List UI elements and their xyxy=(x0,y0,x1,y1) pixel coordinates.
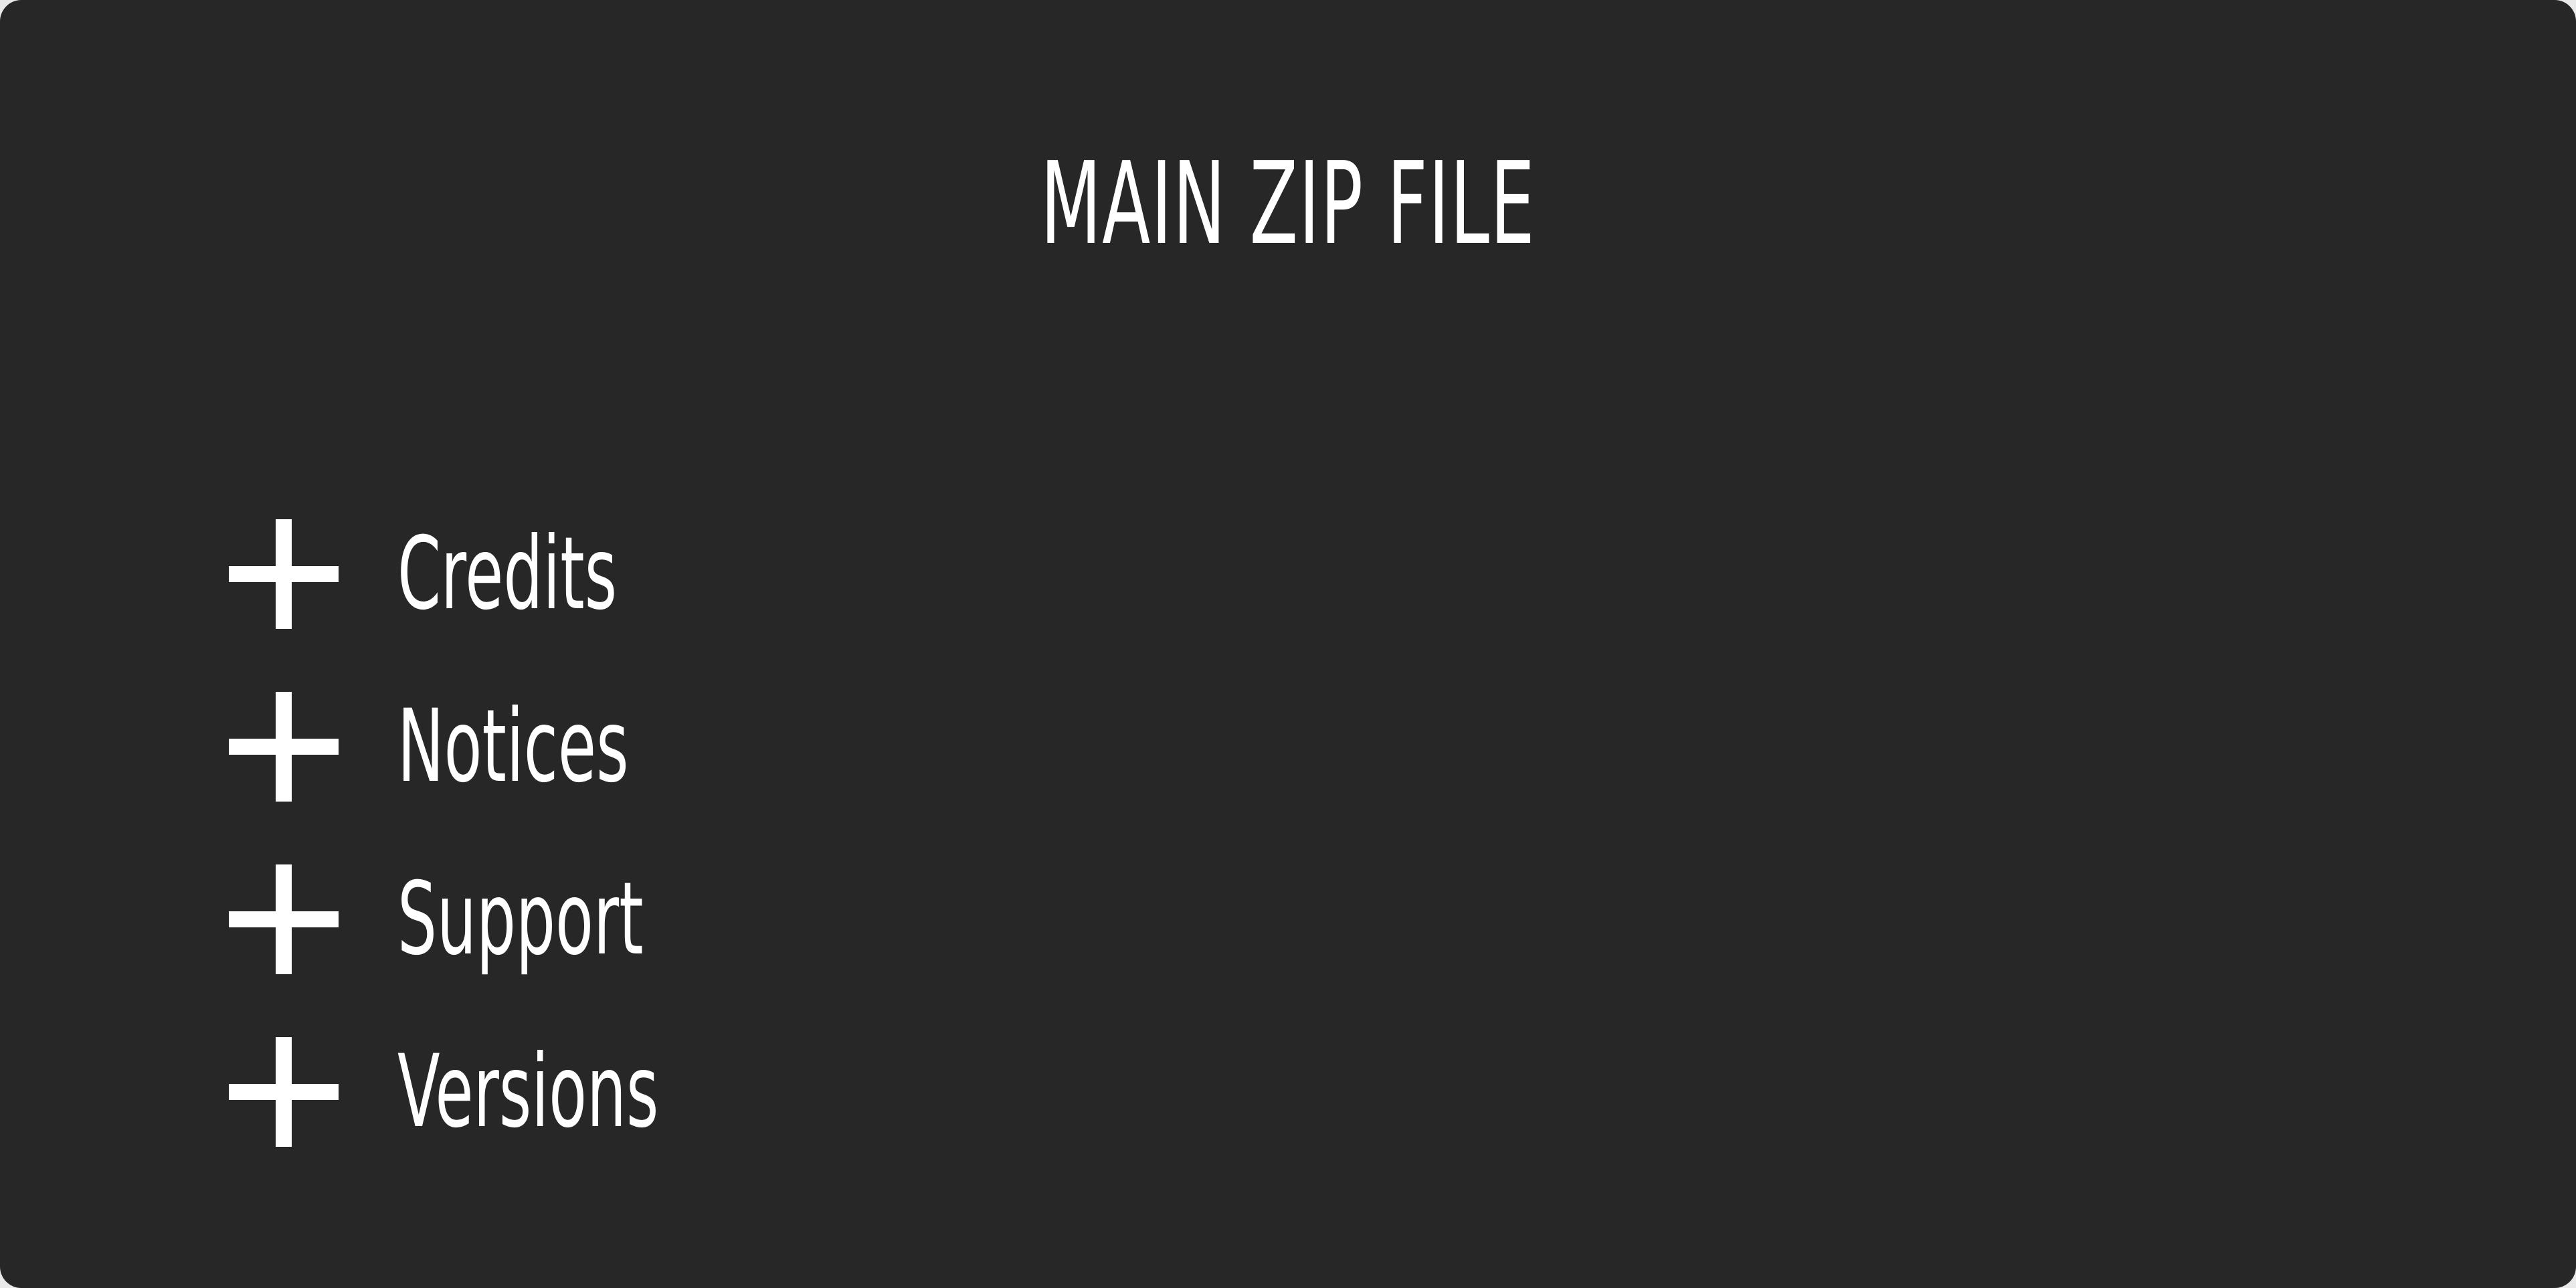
plus-icon[interactable] xyxy=(229,1037,339,1147)
expandable-item-credits[interactable]: Credits xyxy=(229,492,1166,665)
main-zip-file-panel: MAIN ZIP FILE Credits Notices Support Ve… xyxy=(0,0,2576,1288)
expandable-section-list: Credits Notices Support Versions xyxy=(229,492,1166,1183)
item-label-credits[interactable]: Credits xyxy=(397,492,617,656)
expandable-item-support[interactable]: Support xyxy=(229,838,1166,1010)
expandable-item-notices[interactable]: Notices xyxy=(229,665,1166,838)
plus-icon[interactable] xyxy=(229,692,339,802)
expandable-item-versions[interactable]: Versions xyxy=(229,1010,1166,1183)
plus-icon[interactable] xyxy=(229,864,339,974)
plus-icon[interactable] xyxy=(229,519,339,629)
item-label-support[interactable]: Support xyxy=(397,838,644,1001)
item-label-notices[interactable]: Notices xyxy=(397,665,629,828)
item-label-versions[interactable]: Versions xyxy=(397,1010,658,1174)
panel-title: MAIN ZIP FILE xyxy=(1040,138,1536,270)
